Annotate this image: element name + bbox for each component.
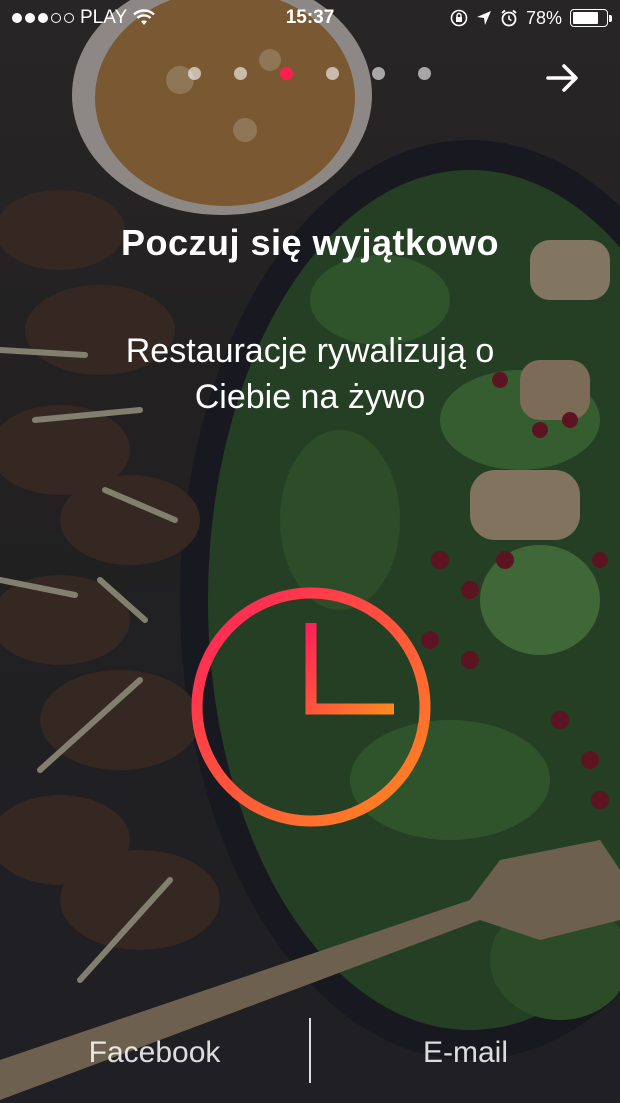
page-dot (418, 67, 431, 80)
cellular-signal-icon (12, 13, 74, 23)
facebook-login-button[interactable]: Facebook (0, 1003, 309, 1103)
alarm-icon (501, 9, 517, 27)
next-button[interactable] (542, 58, 582, 98)
battery-level (573, 12, 598, 24)
page-dot (234, 67, 247, 80)
onboarding-title: Poczuj się wyjątkowo (120, 222, 500, 263)
battery-percentage: 78% (525, 7, 562, 28)
status-bar: PLAY 15:37 78% (0, 0, 620, 36)
background-food-photo (0, 0, 620, 1103)
page-dot (188, 67, 201, 80)
clock-icon (189, 585, 433, 829)
rotation-lock-icon (450, 9, 468, 27)
battery-icon (570, 9, 612, 27)
status-time: 15:37 (285, 7, 335, 28)
page-dot (280, 67, 293, 80)
page-indicator (188, 67, 431, 80)
wifi-icon (133, 9, 156, 25)
location-arrow-icon (476, 11, 491, 25)
page-dot (372, 67, 385, 80)
email-login-button[interactable]: E-mail (311, 1003, 620, 1103)
page-dot (326, 67, 339, 80)
onboarding-subtitle: Restauracje rywalizują o Ciebie na żywo (125, 332, 495, 416)
carrier-name: PLAY (80, 7, 128, 28)
login-options-bar: Facebook E-mail (0, 1003, 620, 1103)
arrow-right-icon (546, 64, 578, 92)
